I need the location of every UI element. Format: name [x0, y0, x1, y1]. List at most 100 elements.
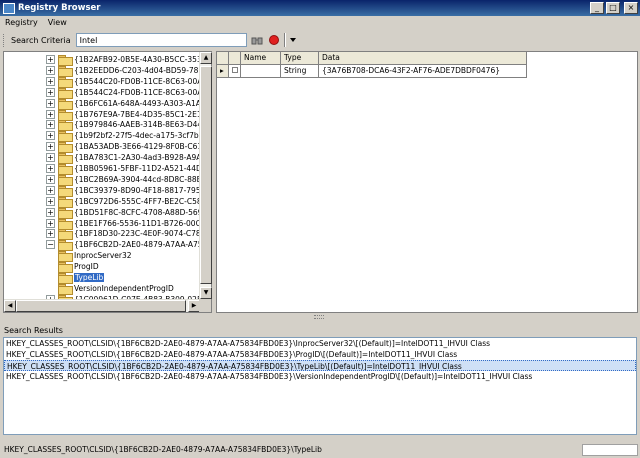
tree-node[interactable]: TypeLib	[58, 272, 200, 284]
grid-header-corner[interactable]	[217, 52, 229, 65]
folder-icon	[58, 76, 73, 88]
tree-node[interactable]: + {1b9f2bf2-27f5-4dec-a175-3cf7bb8cfc	[46, 130, 200, 143]
menu-bar: Registry View	[0, 16, 640, 29]
expand-icon[interactable]: +	[46, 207, 55, 217]
grid-cell-data[interactable]: {3A76B708-DCA6-43F2-AF76-ADE7DBDF0476}	[319, 65, 527, 78]
tree-node-label: {1BF6CB2D-2AE0-4879-A7AA-A75834F	[74, 240, 200, 250]
expand-icon[interactable]: +	[46, 98, 55, 108]
tree-node[interactable]: + {1B2EEDD6-C203-4d04-BD59-78906E3	[46, 65, 200, 77]
tree-node[interactable]: + {1B544C20-FD0B-11CE-8C63-00AA004	[46, 76, 200, 88]
expand-icon[interactable]: +	[46, 174, 55, 184]
expand-icon[interactable]: +	[46, 196, 55, 206]
tree-node[interactable]: VersionIndependentProgID	[58, 283, 200, 295]
grid-header: Name Type Data	[217, 52, 527, 65]
expand-icon[interactable]: +	[46, 131, 55, 141]
tree-node[interactable]: + {1BC972D6-555C-4FF7-BE2C-C584021	[46, 196, 200, 208]
search-result-item[interactable]: HKEY_CLASSES_ROOT\CLSID\{1BF6CB2D-2AE0-4…	[4, 371, 636, 382]
tree-node[interactable]: + {1B2AFB92-0B5E-4A30-B5CC-353DB4F	[46, 54, 200, 66]
tree-node[interactable]: + {1BC2B69A-3904-44cd-8D8C-88ED5FC	[46, 174, 200, 186]
tree-horizontal-scrollbar[interactable]: ◀ ▶	[4, 299, 200, 312]
collapse-icon[interactable]: −	[46, 240, 55, 250]
menu-registry[interactable]: Registry	[5, 18, 38, 27]
tree-node[interactable]: + {1BA783C1-2A30-4ad3-B928-A9A46C6	[46, 152, 200, 165]
grid-header-type[interactable]: Type	[281, 52, 319, 65]
tree-node-label: InprocServer32	[74, 251, 132, 261]
expand-icon[interactable]: +	[46, 229, 55, 239]
folder-icon	[58, 218, 73, 230]
tree-node[interactable]: InprocServer32	[58, 250, 200, 263]
registry-tree-pane: + {1B2AFB92-0B5E-4A30-B5CC-353DB4F + {1B2EE…	[3, 51, 212, 313]
search-input[interactable]	[75, 33, 247, 47]
tree-vertical-scrollbar[interactable]: ▲ ▼	[199, 52, 212, 299]
expand-icon[interactable]: +	[46, 142, 55, 152]
expand-icon[interactable]: +	[46, 109, 55, 119]
search-results-list: HKEY_CLASSES_ROOT\CLSID\{1BF6CB2D-2AE0-4…	[3, 337, 637, 435]
search-result-item[interactable]: HKEY_CLASSES_ROOT\CLSID\{1BF6CB2D-2AE0-4…	[4, 360, 636, 371]
tree-node-label: {1B2AFB92-0B5E-4A30-B5CC-353DB4F	[74, 55, 200, 64]
status-path: HKEY_CLASSES_ROOT\CLSID\{1BF6CB2D-2AE0-4…	[4, 444, 322, 454]
expand-icon[interactable]: +	[46, 76, 55, 86]
expand-icon[interactable]: +	[46, 185, 55, 195]
folder-icon	[58, 55, 73, 66]
expand-icon[interactable]: +	[46, 55, 55, 64]
tree-node-label: {1B767E9A-7BE4-4D35-85C1-2E174A7	[74, 109, 200, 119]
row-checkbox[interactable]	[229, 65, 241, 78]
window-title: Registry Browser	[18, 3, 101, 13]
folder-icon	[58, 185, 73, 197]
grid-header-select[interactable]	[229, 52, 241, 65]
grid-row[interactable]: ▸ String {3A76B708-DCA6-43F2-AF76-ADE7DB…	[217, 65, 527, 78]
folder-icon	[58, 65, 73, 77]
grid-cell-name[interactable]	[241, 65, 281, 78]
toolbar-overflow-button[interactable]	[289, 33, 297, 47]
tree-node-label: {1BC2B69A-3904-44cd-8D8C-88ED5FC	[74, 174, 200, 184]
tree-node[interactable]: + {1B979846-AAEB-314B-8E63-D44EF1C	[46, 119, 200, 132]
menu-view[interactable]: View	[48, 18, 67, 27]
scroll-down-button[interactable]: ▼	[200, 287, 212, 299]
tree-node[interactable]: + {1BF18D30-223C-4E0F-9074-C78C125	[46, 228, 200, 241]
tree-node-label: {1BE1F766-5536-11D1-B726-00C04FB	[74, 218, 200, 228]
folder-icon	[58, 229, 73, 241]
folder-icon	[58, 131, 73, 143]
scroll-thumb[interactable]	[200, 66, 212, 284]
expand-icon[interactable]: +	[46, 120, 55, 130]
folder-icon	[58, 196, 73, 208]
search-results-label: Search Results	[4, 326, 63, 335]
tree-node[interactable]: ProgID	[58, 261, 200, 274]
tree-node-label: {1BF18D30-223C-4E0F-9074-C78C125	[74, 229, 200, 239]
maximize-button[interactable]: □	[606, 2, 620, 14]
scroll-left-button[interactable]: ◀	[4, 300, 16, 312]
search-result-item[interactable]: HKEY_CLASSES_ROOT\CLSID\{1BF6CB2D-2AE0-4…	[4, 338, 636, 349]
expand-icon[interactable]: +	[46, 87, 55, 97]
expand-icon[interactable]: +	[46, 218, 55, 228]
status-progress-box	[582, 444, 638, 456]
pane-splitter[interactable]	[314, 315, 324, 319]
minimize-button[interactable]: _	[590, 2, 604, 14]
grid-header-name[interactable]: Name	[241, 52, 281, 65]
title-bar: Registry Browser _ □ ×	[0, 0, 640, 16]
close-button[interactable]: ×	[624, 2, 638, 14]
folder-icon	[58, 142, 73, 154]
expand-icon[interactable]: +	[46, 164, 55, 173]
expand-icon[interactable]: +	[46, 153, 55, 163]
search-result-item[interactable]: HKEY_CLASSES_ROOT\CLSID\{1BF6CB2D-2AE0-4…	[4, 349, 636, 360]
tree-node-label: {1BB05961-5FBF-11D2-A521-44DF07C	[74, 164, 200, 173]
toolbar-grip[interactable]	[3, 33, 6, 47]
tree-node[interactable]: + {1BB05961-5FBF-11D2-A521-44DF07C	[46, 163, 200, 175]
tree-node[interactable]: + {1B6FC61A-648A-4493-A303-A1A22B5	[46, 98, 200, 110]
tree-node[interactable]: + {1BA53ADB-3E66-4129-8F0B-C616B65	[46, 141, 200, 154]
tree-node[interactable]: + {1BE1F766-5536-11D1-B726-00C04FB	[46, 218, 200, 230]
tree-node-label: {1B544C24-FD0B-11CE-8C63-00AA004	[74, 87, 200, 97]
tree-node[interactable]: + {1BD51F8C-8CFC-4708-A88D-5690DE6	[46, 207, 200, 219]
search-button[interactable]	[250, 33, 264, 47]
tree-node[interactable]: + {1BC39379-8D90-4F18-8817-795C571	[46, 185, 200, 197]
scroll-up-button[interactable]: ▲	[200, 52, 212, 64]
grid-header-data[interactable]: Data	[319, 52, 527, 65]
tree-node[interactable]: − {1BF6CB2D-2AE0-4879-A7AA-A75834F	[46, 239, 200, 252]
row-selector[interactable]: ▸	[217, 65, 229, 78]
stop-button[interactable]	[267, 33, 281, 47]
hscroll-thumb[interactable]	[16, 300, 186, 312]
tree-node[interactable]: + {1B767E9A-7BE4-4D35-85C1-2E174A7	[46, 109, 200, 121]
tree-node[interactable]: + {1B544C24-FD0B-11CE-8C63-00AA004	[46, 87, 200, 99]
expand-icon[interactable]: +	[46, 65, 55, 75]
grid-cell-type[interactable]: String	[281, 65, 319, 78]
